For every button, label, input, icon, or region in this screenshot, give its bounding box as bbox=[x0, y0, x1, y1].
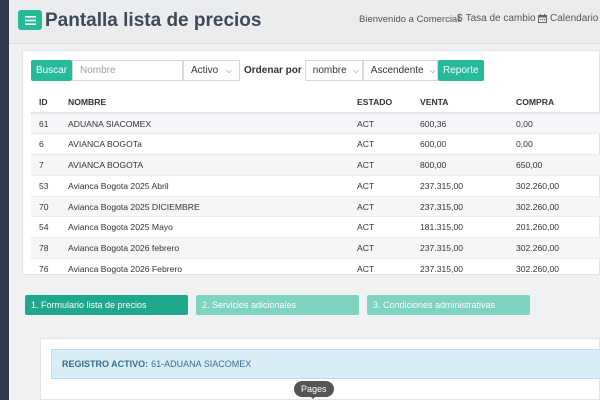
cell-purchase: 302.260,00 bbox=[508, 237, 600, 260]
column-header-name[interactable]: NOMBRE bbox=[60, 91, 349, 114]
menu-toggle-button[interactable] bbox=[18, 10, 42, 30]
cell-sale: 237.315,00 bbox=[412, 196, 508, 218]
tooltip-arrow bbox=[309, 395, 317, 399]
table-row[interactable]: 76 Avianca Bogota 2026 Febrero ACT 237.315,… bbox=[31, 258, 600, 275]
exchange-rate-link[interactable]: $ Tasa de cambio bbox=[457, 13, 536, 24]
chevron-down-icon: ⌵ bbox=[225, 65, 232, 75]
column-header-purchase[interactable]: COMPRA bbox=[508, 91, 600, 114]
form-tabs: 1. Formulario lista de precios 2. Servic… bbox=[25, 295, 530, 315]
cell-name: AVIANCA BOGOTA bbox=[60, 154, 349, 176]
table-row[interactable]: 70 Avianca Bogota 2025 DICIEMBRE ACT 237.31… bbox=[31, 196, 600, 218]
filter-toolbar: Buscar Nombre Activo ⌵ Ordenar por nombr… bbox=[31, 60, 484, 81]
status-select[interactable]: Activo ⌵ bbox=[183, 60, 240, 81]
cell-sale: 237.315,00 bbox=[412, 175, 508, 197]
exchange-rate-label: Tasa de cambio bbox=[465, 13, 536, 24]
calendar-link[interactable]: Calendario bbox=[538, 13, 598, 24]
cell-id: 53 bbox=[31, 175, 60, 197]
name-search-input[interactable]: Nombre bbox=[72, 60, 183, 81]
cell-id: 61 bbox=[31, 113, 60, 135]
table-header-row: ID NOMBRE ESTADO VENTA COMPRA bbox=[31, 91, 600, 114]
cell-id: 78 bbox=[31, 237, 60, 260]
table-row[interactable]: 53 Avianca Bogota 2025 Abril ACT 237.315,00… bbox=[31, 175, 600, 197]
cell-name: AVIANCA BOGOTa bbox=[60, 133, 349, 156]
price-list-panel: Buscar Nombre Activo ⌵ Ordenar por nombr… bbox=[22, 50, 600, 275]
cell-name: ADUANA SIACOMEX bbox=[60, 113, 349, 135]
chevron-down-icon: ⌵ bbox=[429, 65, 436, 75]
order-direction-value: Ascendente bbox=[370, 65, 424, 76]
order-field-select[interactable]: nombre ⌵ bbox=[304, 60, 363, 81]
table-row[interactable]: 78 Avianca Bogota 2026 febrero ACT 237.315,… bbox=[31, 237, 600, 260]
cell-name: Avianca Bogota 2025 DICIEMBRE bbox=[60, 196, 349, 218]
table-row[interactable]: 6 AVIANCA BOGOTa ACT 600,00 0,00 bbox=[31, 133, 600, 156]
cell-purchase: 201.260,00 bbox=[508, 216, 600, 239]
page-title: Pantalla lista de precios bbox=[45, 10, 262, 31]
cell-name: Avianca Bogota 2025 Abril bbox=[60, 175, 349, 197]
cell-status: ACT bbox=[349, 154, 412, 176]
sidebar-strip bbox=[0, 0, 9, 400]
active-record-value: 61-ADUANA SIACOMEX bbox=[151, 359, 252, 369]
cell-sale: 600,36 bbox=[412, 113, 508, 135]
cell-sale: 800,00 bbox=[412, 154, 508, 176]
tab-additional-services[interactable]: 2. Servicios adicionales bbox=[196, 295, 359, 315]
cell-sale: 600,00 bbox=[412, 133, 508, 156]
cell-status: ACT bbox=[349, 258, 412, 275]
order-by-label: Ordenar por bbox=[244, 65, 302, 76]
table-row[interactable]: 7 AVIANCA BOGOTA ACT 800,00 650,00 bbox=[31, 154, 600, 176]
search-button[interactable]: Buscar bbox=[31, 60, 72, 81]
cell-id: 7 bbox=[31, 154, 60, 176]
hamburger-icon bbox=[24, 15, 36, 25]
status-select-value: Activo bbox=[191, 65, 219, 76]
cell-id: 54 bbox=[31, 216, 60, 239]
dollar-icon: $ bbox=[457, 13, 463, 24]
cell-purchase: 650,00 bbox=[508, 154, 600, 176]
report-button[interactable]: Reporte bbox=[437, 60, 484, 81]
cell-status: ACT bbox=[349, 237, 412, 260]
cell-status: ACT bbox=[349, 133, 412, 156]
table-row[interactable]: 61 ADUANA SIACOMEX ACT 600,36 0,00 bbox=[31, 113, 600, 135]
cell-purchase: 302.260,00 bbox=[508, 196, 600, 218]
cell-status: ACT bbox=[349, 196, 412, 218]
cell-id: 70 bbox=[31, 196, 60, 218]
column-header-status[interactable]: ESTADO bbox=[349, 91, 412, 114]
tab-price-list-form[interactable]: 1. Formulario lista de precios bbox=[25, 295, 188, 315]
cell-id: 6 bbox=[31, 133, 60, 156]
active-record-label: REGISTRO ACTIVO: bbox=[62, 359, 149, 369]
calendar-label: Calendario bbox=[550, 13, 599, 24]
cell-sale: 237.315,00 bbox=[412, 237, 508, 260]
cell-id: 76 bbox=[31, 258, 60, 275]
cell-purchase: 0,00 bbox=[508, 133, 600, 156]
cell-sale: 237.315,00 bbox=[412, 258, 508, 275]
order-field-value: nombre bbox=[312, 65, 347, 76]
active-record-alert: REGISTRO ACTIVO: 61-ADUANA SIACOMEX bbox=[51, 349, 600, 379]
chevron-down-icon: ⌵ bbox=[352, 65, 359, 75]
cell-purchase: 302.260,00 bbox=[508, 258, 600, 275]
cell-status: ACT bbox=[349, 113, 412, 135]
table-row[interactable]: 54 Avianca Bogota 2025 Mayo ACT 181.315,00 2… bbox=[31, 216, 600, 239]
cell-purchase: 302.260,00 bbox=[508, 175, 600, 197]
order-direction-select[interactable]: Ascendente ⌵ bbox=[362, 60, 438, 81]
price-list-table: ID NOMBRE ESTADO VENTA COMPRA 61 ADUANA S… bbox=[31, 91, 600, 275]
cell-status: ACT bbox=[349, 216, 412, 239]
cell-name: Avianca Bogota 2026 febrero bbox=[60, 237, 349, 260]
top-header: Pantalla lista de precios Bienvenido a C… bbox=[9, 0, 600, 44]
column-header-id[interactable]: ID bbox=[31, 91, 60, 114]
cell-status: ACT bbox=[349, 175, 412, 197]
welcome-text: Bienvenido a Comercial. bbox=[359, 14, 462, 25]
calendar-icon bbox=[538, 14, 547, 23]
cell-sale: 181.315,00 bbox=[412, 216, 508, 239]
tab-administrative-conditions[interactable]: 3. Condiciones administrativas bbox=[367, 295, 530, 315]
cell-purchase: 0,00 bbox=[508, 113, 600, 135]
cell-name: Avianca Bogota 2025 Mayo bbox=[60, 216, 349, 239]
cell-name: Avianca Bogota 2026 Febrero bbox=[60, 258, 349, 275]
column-header-sale[interactable]: VENTA bbox=[412, 91, 508, 114]
